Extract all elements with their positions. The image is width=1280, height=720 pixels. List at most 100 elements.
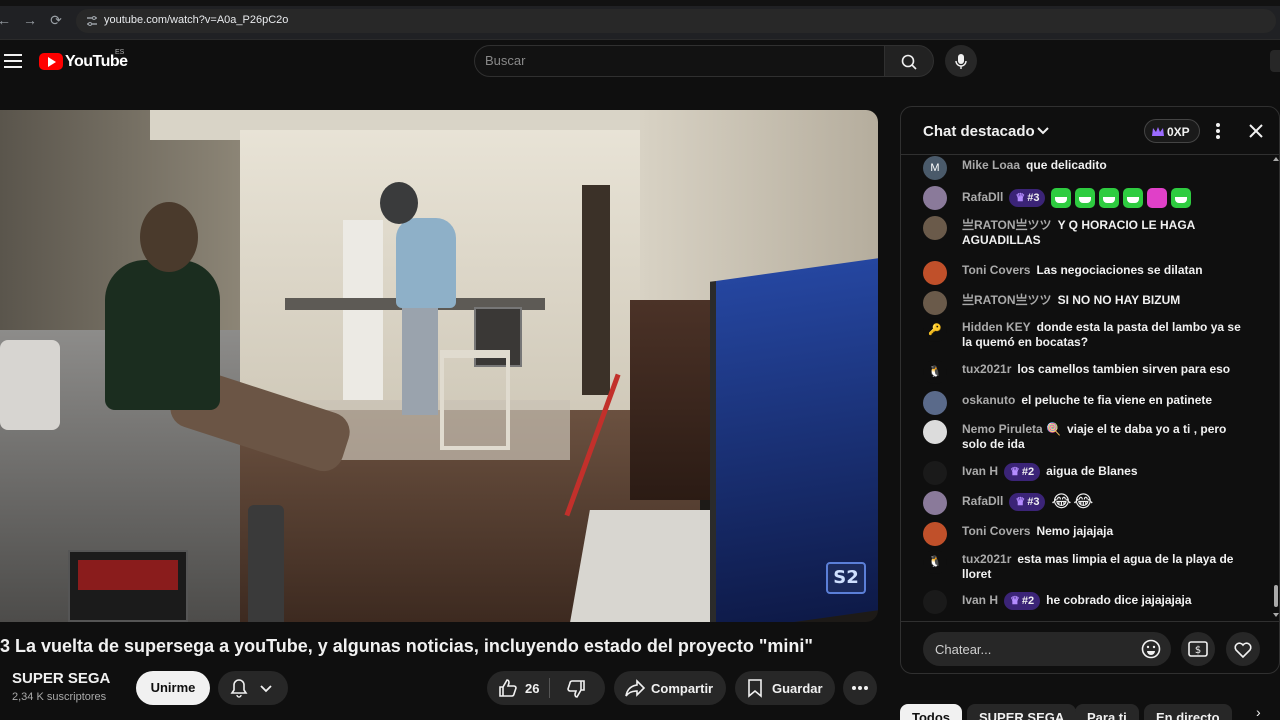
youtube-header: YouTube ES — [0, 40, 1280, 102]
share-button[interactable]: Compartir — [614, 671, 726, 705]
chat-message-body: tux2021r esta mas limpia el agua de la pl… — [962, 552, 1253, 582]
chat-author[interactable]: oskanuto — [962, 393, 1015, 407]
emoji-icon[interactable] — [1141, 639, 1161, 659]
custom-emoji-icon — [1171, 188, 1192, 208]
menu-icon[interactable] — [4, 54, 22, 68]
voice-search-button[interactable] — [945, 45, 977, 77]
avatar[interactable] — [923, 491, 947, 515]
custom-emoji-icon — [1147, 188, 1168, 208]
chevron-right-icon[interactable]: › — [1256, 704, 1261, 720]
url-text: youtube.com/watch?v=A0a_P26pC2o — [104, 14, 289, 26]
chat-message-body: Nemo Piruleta 🍭 viaje el te daba yo a ti … — [962, 422, 1253, 452]
chat-author[interactable]: Toni Covers — [962, 263, 1030, 277]
channel-name[interactable]: SUPER SEGA — [12, 670, 110, 687]
site-settings-icon[interactable] — [86, 15, 98, 27]
avatar[interactable] — [923, 291, 947, 315]
chat-message-body: 亗RATON亗ツツ Y Q HORACIO LE HAGA AGUADILLAS — [962, 218, 1253, 248]
chat-scrollbar[interactable] — [1273, 157, 1279, 617]
laughing-emoji-icon: 😂 — [1073, 491, 1094, 512]
avatar[interactable] — [923, 590, 947, 614]
chip-todos[interactable]: Todos — [900, 704, 963, 720]
chat-message-body: Hidden KEY donde esta la pasta del lambo … — [962, 320, 1253, 350]
logo-region: ES — [115, 49, 125, 56]
video-player[interactable]: S2 — [0, 110, 878, 622]
chat-author[interactable]: Toni Covers — [962, 524, 1030, 538]
video-scene-person — [380, 182, 418, 224]
avatar[interactable]: 🔑 — [923, 318, 947, 342]
chat-author[interactable]: RafaDll — [962, 494, 1003, 508]
address-bar[interactable]: youtube.com/watch?v=A0a_P26pC2o — [76, 9, 1276, 33]
close-icon[interactable] — [1246, 121, 1266, 141]
search-input[interactable] — [485, 53, 865, 68]
chat-author[interactable]: Hidden KEY — [962, 320, 1031, 334]
money-icon: $ — [1188, 641, 1208, 657]
avatar[interactable] — [923, 216, 947, 240]
custom-emoji-icon — [1075, 188, 1096, 208]
chat-message-body: RafaDll ♛ #3 — [962, 188, 1253, 208]
chat-author[interactable]: tux2021r — [962, 362, 1011, 376]
avatar[interactable] — [923, 186, 947, 210]
chat-text: he cobrado dice jajajajaja — [1046, 593, 1192, 608]
avatar[interactable]: 🐧 — [923, 360, 947, 384]
video-scene-table — [570, 510, 730, 622]
chat-message-body: 亗RATON亗ツツ SI NO NO HAY BIZUM — [962, 293, 1253, 308]
avatar[interactable] — [923, 461, 947, 485]
avatar[interactable] — [923, 522, 947, 546]
chat-input[interactable] — [923, 632, 1171, 666]
forward-icon[interactable]: → — [22, 12, 38, 28]
video-scene-person — [105, 260, 220, 410]
avatar[interactable] — [923, 391, 947, 415]
more-actions-button[interactable] — [843, 671, 877, 705]
notifications-button[interactable] — [218, 671, 288, 705]
chat-message-body: Toni Covers Las negociaciones se dilatan — [962, 263, 1253, 278]
chat-author[interactable]: RafaDll — [962, 190, 1003, 204]
chat-text: que delicadito — [1026, 158, 1107, 172]
super-chat-button[interactable]: $ — [1181, 632, 1215, 666]
rank-badge: ♛ #2 — [1004, 463, 1041, 481]
chat-header: Chat destacado 0XP — [901, 107, 1279, 155]
chat-author[interactable]: Ivan H — [962, 593, 998, 607]
chat-author[interactable]: 亗RATON亗ツツ — [962, 218, 1052, 232]
chat-author[interactable]: 亗RATON亗ツツ — [962, 293, 1052, 307]
avatar[interactable] — [923, 420, 947, 444]
more-vertical-icon[interactable] — [1210, 121, 1226, 141]
chip-super-sega[interactable]: SUPER SEGA — [967, 704, 1077, 720]
like-icon[interactable] — [497, 678, 519, 698]
reload-icon[interactable]: ⟳ — [48, 12, 64, 28]
search-button[interactable] — [884, 45, 934, 77]
dislike-icon[interactable] — [565, 679, 587, 699]
video-scene-person — [402, 305, 438, 415]
avatar[interactable]: M — [923, 156, 947, 180]
youtube-play-icon — [39, 53, 63, 70]
crown-icon: ♛ — [1015, 192, 1026, 204]
avatar[interactable] — [923, 261, 947, 285]
mic-icon — [955, 54, 967, 69]
search-box[interactable] — [474, 45, 886, 77]
video-title: 3 La vuelta de supersega a youTube, y al… — [0, 636, 813, 656]
xp-badge[interactable]: 0XP — [1144, 119, 1200, 143]
bell-icon — [230, 679, 272, 698]
heart-button[interactable] — [1226, 632, 1260, 666]
join-button[interactable]: Unirme — [136, 671, 210, 705]
chat-author[interactable]: Ivan H — [962, 464, 998, 478]
chat-author[interactable]: Mike Loaa — [962, 158, 1020, 172]
chat-author[interactable]: Nemo Piruleta 🍭 — [962, 422, 1061, 436]
chat-message-body: Ivan H ♛ #2 aigua de Blanes — [962, 463, 1253, 481]
chat-author[interactable]: tux2021r — [962, 552, 1011, 566]
chip-para-ti[interactable]: Para ti — [1075, 704, 1139, 720]
header-overflow — [1270, 50, 1280, 72]
like-count: 26 — [525, 681, 540, 696]
custom-emoji-icon — [1099, 188, 1120, 208]
like-dislike-group: 26 — [487, 671, 605, 705]
chip-en-directo[interactable]: En directo — [1144, 704, 1232, 720]
chat-mode-title[interactable]: Chat destacado — [923, 123, 1035, 140]
avatar[interactable]: 🐧 — [923, 550, 947, 574]
chevron-down-icon[interactable] — [1035, 123, 1051, 139]
recommendation-chips: Todos SUPER SEGA Para ti En directo › — [900, 704, 1280, 720]
save-button[interactable]: Guardar — [735, 671, 835, 705]
rank-badge: ♛ #3 — [1009, 189, 1046, 207]
back-icon[interactable]: ← — [0, 12, 12, 28]
svg-text:$: $ — [1195, 645, 1201, 656]
chat-message-body: Mike Loaa que delicadito — [962, 158, 1253, 173]
crown-icon: ♛ — [1010, 466, 1020, 478]
